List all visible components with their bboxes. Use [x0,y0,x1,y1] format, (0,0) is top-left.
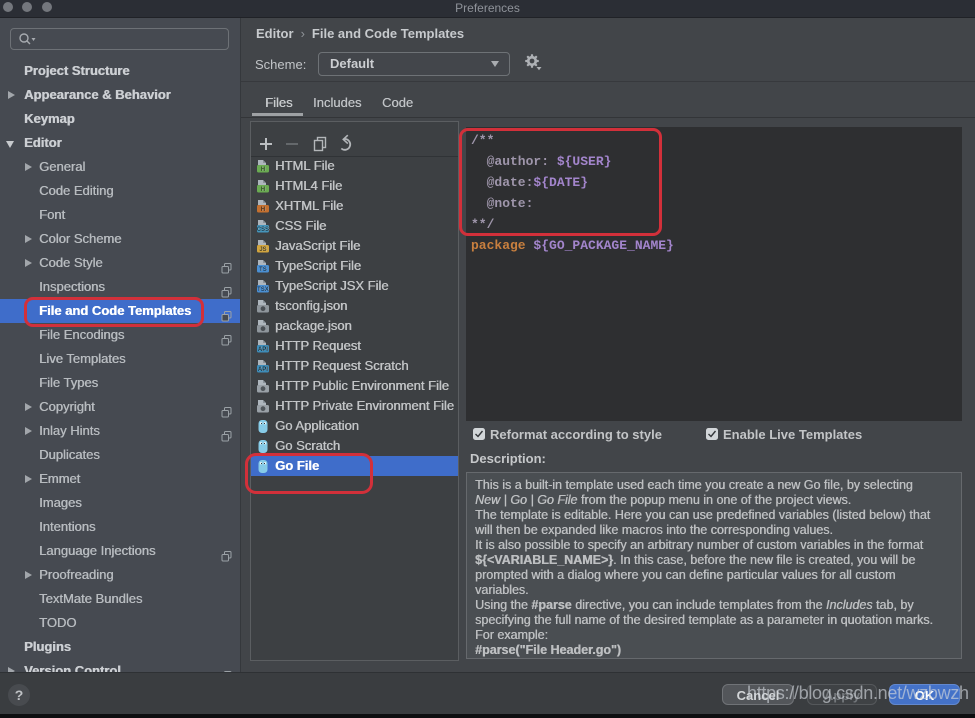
svg-text:API: API [258,347,268,353]
svg-text:H: H [261,207,265,213]
svg-text:JS: JS [259,247,266,253]
svg-text:TS: TS [259,267,267,273]
svg-text:H: H [261,187,265,193]
svg-text:CSS: CSS [257,227,269,233]
svg-text:H: H [261,167,265,173]
svg-text:TSX: TSX [257,287,269,293]
svg-text:API: API [258,367,268,373]
